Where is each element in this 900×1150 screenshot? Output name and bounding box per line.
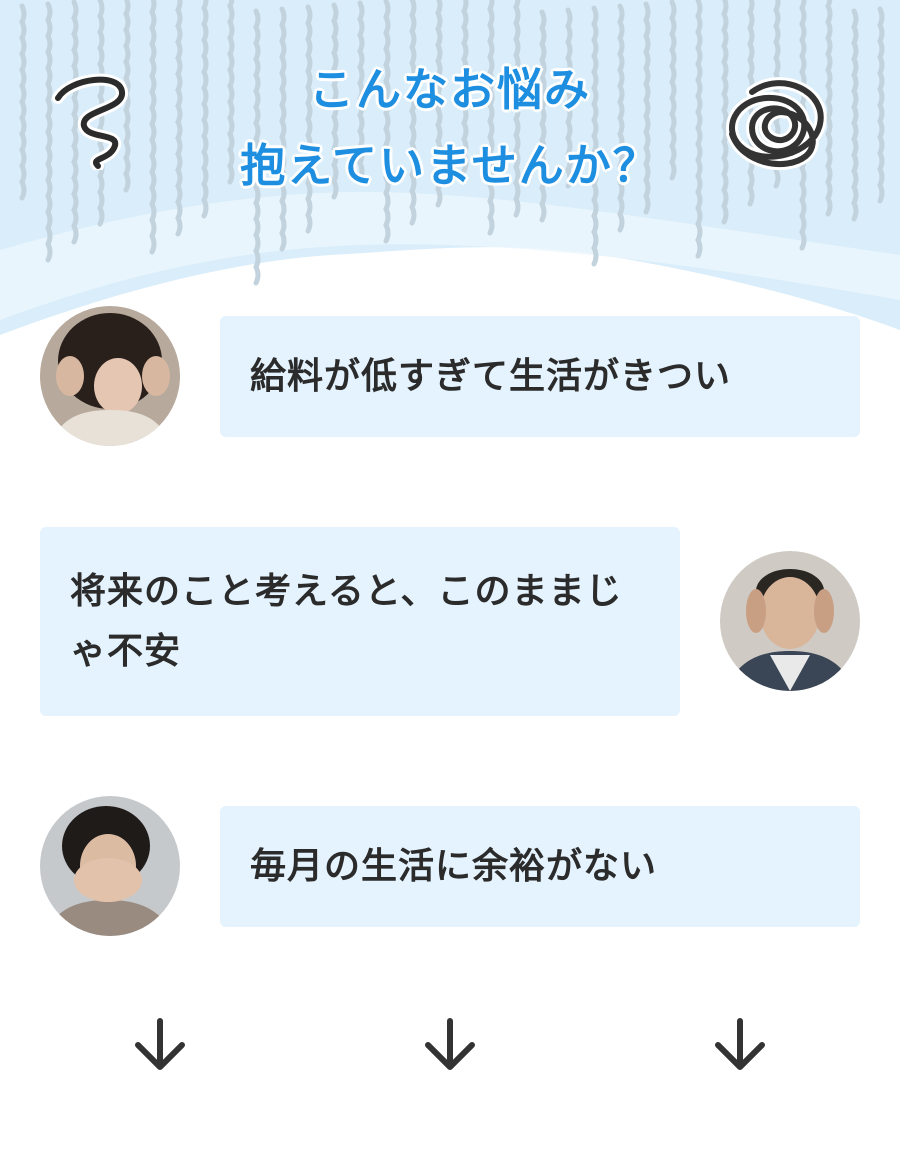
spiral-icon [52, 73, 128, 170]
worry-bubble-3: 毎月の生活に余裕がない [220, 806, 860, 927]
hero-banner: こんなお悩み 抱えていませんか？ [0, 0, 900, 360]
stressed-man-photo [720, 551, 860, 691]
worry-bubble-2: 将来のこと考えると、このままじゃ不安 [40, 527, 680, 716]
avatar-woman-covering-face [40, 796, 180, 936]
arrow-down-icon [715, 1018, 765, 1070]
avatar-stressed-man [720, 551, 860, 691]
worry-text-3: 毎月の生活に余裕がない [250, 845, 658, 887]
avatar-worried-woman [40, 306, 180, 446]
worry-text-2: 将来のこと考えると、このままじゃ不安 [70, 570, 623, 672]
worried-woman-photo [40, 306, 180, 446]
woman-covering-face-photo [40, 796, 180, 936]
arrow-down-icon [425, 1018, 475, 1070]
worry-bubble-1: 給料が低すぎて生活がきつい [220, 316, 860, 437]
worry-text-1: 給料が低すぎて生活がきつい [250, 355, 732, 397]
arrow-down-icon [135, 1018, 185, 1070]
scribble-icon [726, 77, 827, 171]
